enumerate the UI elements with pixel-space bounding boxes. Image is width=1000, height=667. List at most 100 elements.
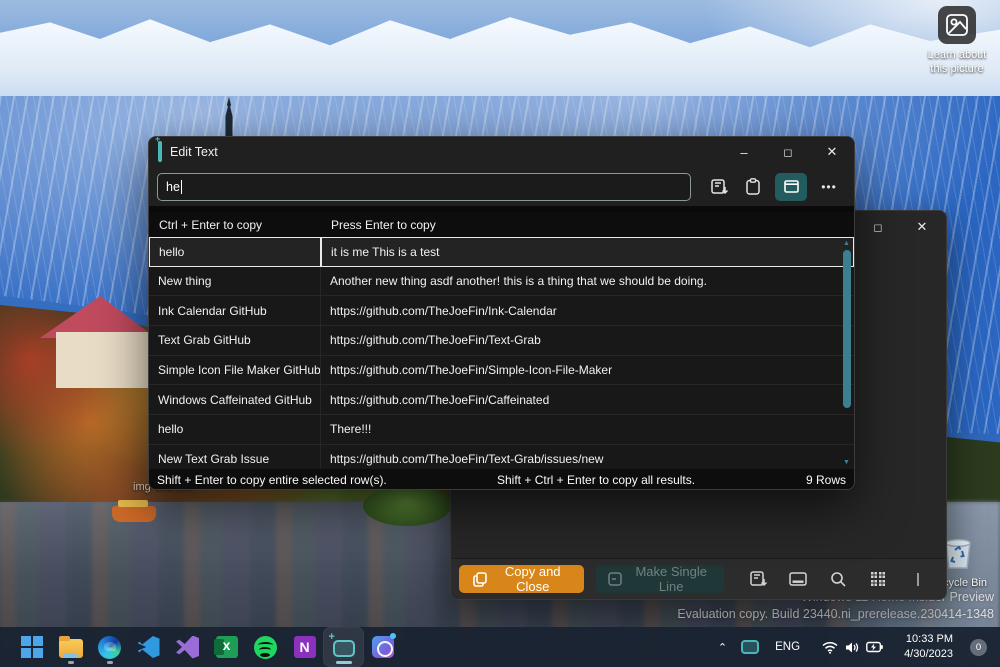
running-indicator [68,661,74,664]
excel-icon [216,636,238,658]
wallpaper-tree-canopy [363,486,451,526]
status-middle: Shift + Ctrl + Enter to copy all results… [497,473,695,487]
title-bar[interactable]: Edit Text – ◻ ✕ [149,137,854,167]
taskbar-icon-photos[interactable] [363,628,402,666]
taskbar-apps: N [12,628,402,666]
table-row[interactable]: Ink Calendar GitHubhttps://github.com/Th… [149,296,854,326]
scrollbar[interactable]: ▲ ▼ [841,240,853,466]
cell-key[interactable]: New Text Grab Issue [149,445,321,469]
paste-icon[interactable] [736,173,770,201]
maximize-button[interactable]: ◻ [856,211,900,243]
close-button[interactable]: ✕ [810,136,854,168]
table-header: Ctrl + Enter to copy Press Enter to copy [149,212,854,237]
system-tray: ⌃ ENG 10:33 PM [713,628,1000,666]
copy-and-close-button[interactable]: Copy and Close [459,565,584,593]
edit-text-window: Edit Text – ◻ ✕ he ••• [148,136,855,490]
status-left: Shift + Enter to copy entire selected ro… [157,473,387,487]
cell-value[interactable]: https://github.com/TheJoeFin/Caffeinated [321,385,854,414]
photo-info-icon [938,6,976,44]
cursor-bar-icon[interactable] [898,564,938,594]
cell-key[interactable]: New thing [149,267,321,296]
scrollbar-thumb[interactable] [843,250,851,408]
wallpaper-castle-wall [56,332,150,388]
search-input[interactable]: he [157,173,691,201]
scroll-down-icon[interactable]: ▼ [843,459,851,466]
taskbar-icon-start[interactable] [12,628,51,666]
bottom-bar-icon[interactable] [778,564,818,594]
status-bar: Shift + Enter to copy entire selected ro… [149,469,854,490]
cell-value[interactable]: it is me This is a test [321,237,854,267]
notification-dot [390,633,396,639]
maximize-button[interactable]: ◻ [766,136,810,168]
taskbar-icon-spotify[interactable] [246,628,285,666]
cell-value[interactable]: https://github.com/TheJoeFin/Text-Grab/i… [321,445,854,469]
taskbar-icon-vscode[interactable] [129,628,168,666]
table-row[interactable]: Text Grab GitHubhttps://github.com/TheJo… [149,326,854,356]
wifi-icon [822,641,838,654]
running-indicator [336,661,352,664]
table-row[interactable]: helloit is me This is a test [149,237,854,267]
cell-key[interactable]: Windows Caffeinated GitHub [149,385,321,414]
make-single-line-button[interactable]: Make Single Line [596,565,724,593]
text-grab-tray-icon[interactable] [736,628,764,666]
table-row[interactable]: New Text Grab Issuehttps://github.com/Th… [149,445,854,469]
minimize-button[interactable]: – [722,136,766,168]
edge-icon [98,636,121,659]
file-explorer-icon [59,639,83,658]
bottom-action-bar: Copy and Close Make Single Line [451,558,946,599]
chevron-up-icon[interactable]: ⌃ [713,628,732,666]
tray-date: 4/30/2023 [904,647,953,662]
cell-value[interactable]: Another new thing asdf another! this is … [321,267,854,296]
cell-key[interactable]: Ink Calendar GitHub [149,296,321,325]
table-row[interactable]: New thingAnother new thing asdf another!… [149,267,854,297]
spotify-icon [254,636,277,659]
cell-key[interactable]: Simple Icon File Maker GitHub [149,356,321,385]
tray-time: 10:33 PM [904,632,953,647]
cell-key[interactable]: hello [149,415,321,444]
taskbar-icon-excel[interactable] [207,628,246,666]
taskbar-icon-file-explorer[interactable] [51,628,90,666]
grid-icon[interactable] [858,564,898,594]
row-count: 9 Rows [806,473,846,487]
cell-key[interactable]: Text Grab GitHub [149,326,321,355]
running-indicator [107,661,113,664]
column-header-key: Ctrl + Enter to copy [149,218,321,232]
onenote-icon: N [294,636,316,658]
taskbar-icon-visual-studio[interactable] [168,628,207,666]
cell-value[interactable]: There!!! [321,415,854,444]
save-icon[interactable] [702,173,736,201]
cell-value[interactable]: https://github.com/TheJoeFin/Simple-Icon… [321,356,854,385]
taskbar-icon-text-grab[interactable] [324,628,363,666]
taskbar-icon-onenote[interactable]: N [285,628,324,666]
desktop-icon-learn-about-picture[interactable]: Learn about this picture [920,6,994,77]
taskbar-icon-edge[interactable] [90,628,129,666]
close-button[interactable]: ✕ [900,211,944,243]
results-table-body: helloit is me This is a testNew thingAno… [149,237,854,469]
table-row[interactable]: Windows Caffeinated GitHubhttps://github… [149,385,854,415]
desktop-icon-label: this picture [920,62,994,76]
search-input-value: he [166,180,180,194]
more-icon[interactable]: ••• [812,173,846,201]
cell-value[interactable]: https://github.com/TheJoeFin/Text-Grab [321,326,854,355]
cell-key[interactable]: hello [149,237,321,267]
photos-icon [372,636,394,658]
save-icon[interactable] [738,564,778,594]
battery-icon [866,641,883,653]
start-icon [21,636,43,658]
table-view-icon[interactable] [775,173,807,201]
volume-icon [845,641,859,654]
notification-badge[interactable]: 0 [963,628,992,666]
single-line-icon [608,572,622,586]
watermark-line2: Evaluation copy. Build 23440.ni_prerelea… [677,607,994,621]
system-icons-group[interactable] [811,628,894,666]
scroll-up-icon[interactable]: ▲ [843,240,851,247]
search-icon[interactable] [818,564,858,594]
window-title: Edit Text [170,145,218,159]
clock[interactable]: 10:33 PM 4/30/2023 [898,628,959,666]
language-indicator[interactable]: ENG [768,628,807,666]
cell-value[interactable]: https://github.com/TheJoeFin/Ink-Calenda… [321,296,854,325]
wallpaper-boat [112,506,156,522]
desktop-icon-label: Learn about [920,48,994,62]
table-row[interactable]: Simple Icon File Maker GitHubhttps://git… [149,356,854,386]
table-row[interactable]: helloThere!!! [149,415,854,445]
